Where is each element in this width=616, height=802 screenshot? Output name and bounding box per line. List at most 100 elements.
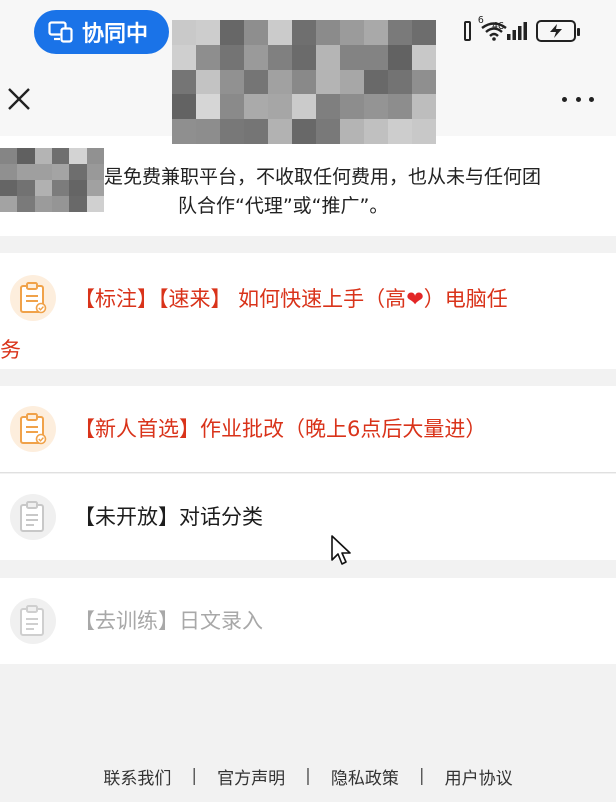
- redaction-pixel: [196, 20, 220, 45]
- redaction-pixel: [86, 164, 104, 180]
- vibrate-icon: [463, 21, 471, 41]
- task-icon-wrap: [10, 275, 56, 321]
- redaction-pixel: [0, 164, 18, 180]
- multi-device-icon: [48, 21, 73, 43]
- redaction-pixel: [340, 94, 364, 120]
- cell-signal-icon: [507, 22, 527, 40]
- redaction-pixel: [17, 164, 35, 180]
- redaction-pixel: [52, 164, 70, 180]
- footer-link-agreement[interactable]: 用户协议: [445, 764, 513, 789]
- redaction-pixel: [316, 119, 340, 144]
- redaction-pixel: [86, 180, 104, 196]
- task-title-wrap: 务: [0, 338, 21, 362]
- redaction-pixel: [244, 44, 268, 70]
- close-icon: [8, 88, 30, 110]
- redaction-pixel: [52, 148, 70, 164]
- close-button[interactable]: [6, 86, 32, 112]
- redaction-pixel: [34, 164, 52, 180]
- redaction-pixel: [69, 148, 87, 164]
- redaction-pixel: [268, 119, 292, 144]
- redaction-pixel: [196, 94, 220, 120]
- redaction-pixel: [292, 119, 316, 144]
- task-item-homework-grading[interactable]: 【新人首选】作业批改（晚上6点后大量进）: [0, 386, 616, 472]
- redaction-pixel: [0, 148, 18, 164]
- redaction-pixel: [292, 20, 316, 45]
- redaction-pixel: [364, 119, 388, 144]
- redaction-pixel: [388, 44, 412, 70]
- redaction-pixel: [172, 44, 196, 70]
- redaction-pixel: [244, 119, 268, 144]
- redaction-pixel: [340, 69, 364, 95]
- redaction-pixel: [0, 180, 18, 196]
- redaction-pixel: [52, 196, 70, 212]
- redaction-pixel: [316, 94, 340, 120]
- redaction-pixel: [268, 44, 292, 70]
- footer-divider: |: [418, 766, 425, 786]
- redaction-pixel: [172, 94, 196, 120]
- redaction-pixel: [86, 196, 104, 212]
- redacted-title-block: [172, 20, 436, 144]
- clipboard-icon: [20, 605, 44, 636]
- redaction-pixel: [172, 119, 196, 144]
- redaction-pixel: [52, 180, 70, 196]
- redaction-pixel: [388, 119, 412, 144]
- task-icon-wrap: [10, 494, 56, 540]
- redaction-pixel: [69, 196, 87, 212]
- redaction-pixel: [316, 69, 340, 95]
- collab-status-pill[interactable]: 协同中: [34, 10, 169, 54]
- redaction-pixel: [86, 148, 104, 164]
- cell-badge: 4G: [491, 21, 504, 32]
- heart-icon: ❤: [406, 287, 424, 311]
- task-item-annotation[interactable]: 【标注】【速来】 如何快速上手（高❤）电脑任 务: [0, 253, 616, 369]
- redaction-pixel: [17, 180, 35, 196]
- task-item-dialog-classification[interactable]: 【未开放】对话分类: [0, 474, 616, 560]
- redaction-pixel: [268, 69, 292, 95]
- redaction-pixel: [364, 94, 388, 120]
- footer-divider: |: [191, 766, 198, 786]
- footer-link-statement[interactable]: 官方声明: [217, 764, 285, 789]
- footer-link-privacy[interactable]: 隐私政策: [331, 764, 399, 789]
- footer-link-contact[interactable]: 联系我们: [103, 764, 171, 789]
- redaction-pixel: [69, 164, 87, 180]
- redaction-pixel: [196, 69, 220, 95]
- redaction-pixel: [340, 119, 364, 144]
- redaction-pixel: [34, 196, 52, 212]
- redaction-pixel: [340, 44, 364, 70]
- footer-divider: |: [305, 766, 311, 786]
- redaction-pixel: [412, 44, 436, 70]
- redaction-pixel: [244, 94, 268, 120]
- redaction-pixel: [412, 20, 436, 45]
- task-icon-wrap: [10, 598, 56, 644]
- footer-links: 联系我们 | 官方声明 | 隐私政策 | 用户协议: [0, 764, 616, 789]
- redaction-pixel: [388, 69, 412, 95]
- redaction-pixel: [364, 69, 388, 95]
- redaction-pixel: [34, 180, 52, 196]
- redaction-pixel: [292, 69, 316, 95]
- notice-line-1: 是免费兼职平台，不收取任何费用，也从未与任何团: [104, 166, 542, 188]
- divider: [0, 472, 616, 473]
- notice-line-2: 队合作“代理”或“推广”。: [178, 195, 389, 217]
- redaction-pixel: [220, 94, 244, 120]
- redaction-pixel: [364, 44, 388, 70]
- more-dot-icon: [562, 96, 567, 102]
- redaction-pixel: [172, 20, 196, 45]
- redacted-brand-block: [0, 148, 104, 212]
- task-title: 【未开放】对话分类: [74, 505, 263, 529]
- redaction-pixel: [220, 69, 244, 95]
- task-title: 【新人首选】作业批改（晚上6点后大量进）: [74, 417, 487, 441]
- task-title: 【标注】【速来】 如何快速上手（高❤）电脑任: [74, 283, 508, 313]
- redaction-pixel: [388, 20, 412, 45]
- redaction-pixel: [412, 94, 436, 120]
- task-item-japanese-input[interactable]: 【去训练】日文录入: [0, 578, 616, 664]
- redaction-pixel: [220, 20, 244, 45]
- redaction-pixel: [220, 44, 244, 70]
- redaction-pixel: [268, 94, 292, 120]
- wifi-badge: 6: [477, 15, 484, 26]
- redaction-pixel: [244, 69, 268, 95]
- collab-status-label: 协同中: [82, 22, 149, 47]
- redaction-pixel: [17, 148, 35, 164]
- redaction-pixel: [34, 148, 52, 164]
- redaction-pixel: [196, 119, 220, 144]
- more-options-button[interactable]: [562, 92, 594, 106]
- redaction-pixel: [292, 44, 316, 70]
